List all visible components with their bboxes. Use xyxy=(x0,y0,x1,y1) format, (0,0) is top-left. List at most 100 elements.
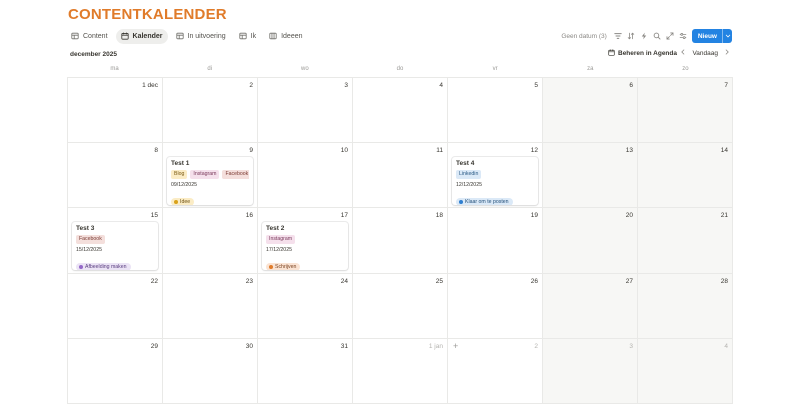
day-cell[interactable]: 12 Test 4 Linkedin 12/12/2025 Klaar om te po… xyxy=(448,143,543,209)
tab-content[interactable]: Content xyxy=(66,29,113,44)
view-tabs: Content Kalender In uitvoering Ik Ideeen xyxy=(66,28,308,44)
day-cell[interactable]: 17 Test 2 Instagram 17/12/2025 Schrijven xyxy=(258,208,353,274)
event-date: 15/12/2025 xyxy=(76,247,102,254)
day-number: 24 xyxy=(340,277,348,285)
day-number: 4 xyxy=(439,82,443,89)
day-cell[interactable]: 5 xyxy=(448,78,543,144)
status-label: Afbeelding maken xyxy=(85,264,127,271)
manage-in-agenda-button[interactable]: Beheren in Agenda xyxy=(608,49,677,58)
platform-tag: Instagram xyxy=(266,235,296,245)
day-cell[interactable]: 4 xyxy=(353,78,448,144)
day-cell[interactable]: 4 xyxy=(638,338,733,404)
day-number: 1 dec xyxy=(142,82,158,89)
day-cell[interactable]: 21 xyxy=(638,208,733,274)
day-cell[interactable]: 16 xyxy=(163,208,258,274)
day-cell[interactable]: 1 dec xyxy=(68,78,163,144)
day-cell[interactable]: 9 Test 1 Blog Instagram Facebook 09/12/2025 Id… xyxy=(163,143,258,209)
event-date: 17/12/2025 xyxy=(266,247,292,254)
day-cell[interactable]: 30 xyxy=(163,338,258,404)
day-cell[interactable]: 26 xyxy=(448,273,543,339)
day-cell[interactable]: 31 xyxy=(258,338,353,404)
expand-icon[interactable] xyxy=(666,32,674,40)
day-number: 12 xyxy=(530,147,538,155)
status-dot-icon xyxy=(269,265,273,270)
day-cell[interactable]: 19 xyxy=(448,208,543,274)
tab-label: Kalender xyxy=(132,32,163,40)
day-cell[interactable]: 23 xyxy=(163,273,258,339)
day-cell[interactable]: 10 xyxy=(258,143,353,209)
calendar-icon xyxy=(608,49,615,58)
day-cell[interactable]: 15 Test 3 Facebook 15/12/2025 Afbeelding mak… xyxy=(68,208,163,274)
day-cell[interactable]: 3 xyxy=(258,78,353,144)
day-cell[interactable]: 20 xyxy=(543,208,638,274)
status-label: Schrijven xyxy=(275,264,297,271)
day-cell[interactable]: 28 xyxy=(638,273,733,339)
calendar-grid: 1 dec 2 3 4 5 6 7 8 9 Test 1 Blog Instagram Facebook… xyxy=(67,77,733,404)
tab-ideeen[interactable]: Ideeen xyxy=(264,29,307,44)
weekday-label: ma xyxy=(110,66,119,72)
day-number: 18 xyxy=(435,212,443,220)
day-cell[interactable]: 2 + xyxy=(448,338,543,404)
page-title: CONTENTKALENDER xyxy=(68,6,227,23)
event-card[interactable]: Test 3 Facebook 15/12/2025 Afbeelding maken xyxy=(72,222,158,271)
day-number: 26 xyxy=(530,277,538,285)
day-number: 20 xyxy=(625,212,633,220)
day-cell[interactable]: 3 xyxy=(543,338,638,404)
day-cell[interactable]: 22 xyxy=(68,273,163,339)
today-button[interactable]: Vandaag xyxy=(692,50,718,57)
weekday-header: ma di wo do vr za zo xyxy=(67,66,733,72)
tab-ik[interactable]: Ik xyxy=(234,29,261,44)
day-cell[interactable]: 27 xyxy=(543,273,638,339)
event-title: Test 4 xyxy=(456,160,475,168)
event-title: Test 3 xyxy=(76,225,95,233)
day-number: 3 xyxy=(344,82,348,89)
status-badge: Schrijven xyxy=(266,263,301,271)
status-label: Klaar om te posten xyxy=(465,199,509,206)
chevron-left-icon[interactable] xyxy=(680,49,686,57)
chevron-down-icon[interactable] xyxy=(722,29,732,43)
day-number: 29 xyxy=(150,342,158,350)
day-number: 30 xyxy=(245,342,253,350)
day-cell[interactable]: 11 xyxy=(353,143,448,209)
event-card[interactable]: Test 4 Linkedin 12/12/2025 Klaar om te post… xyxy=(452,157,538,206)
platform-tag: Blog xyxy=(171,170,188,180)
tab-label: Ik xyxy=(250,32,257,40)
lightning-icon[interactable] xyxy=(640,32,648,40)
day-number: 31 xyxy=(340,342,348,350)
day-number: 8 xyxy=(154,147,158,155)
day-cell[interactable]: 13 xyxy=(543,143,638,209)
day-cell[interactable]: 25 xyxy=(353,273,448,339)
status-badge: Idee xyxy=(171,198,195,206)
day-cell[interactable]: 18 xyxy=(353,208,448,274)
event-card[interactable]: Test 1 Blog Instagram Facebook 09/12/2025 Ide… xyxy=(167,157,253,206)
status-badge: Afbeelding maken xyxy=(76,263,131,271)
event-card[interactable]: Test 2 Instagram 17/12/2025 Schrijven xyxy=(262,222,348,271)
weekday-label: za xyxy=(587,66,594,72)
day-cell[interactable]: 14 xyxy=(638,143,733,209)
day-cell[interactable]: 6 xyxy=(543,78,638,144)
day-cell[interactable]: 8 xyxy=(68,143,163,209)
day-cell[interactable]: 24 xyxy=(258,273,353,339)
settings-icon[interactable] xyxy=(679,32,687,40)
chevron-right-icon[interactable] xyxy=(724,49,730,57)
day-cell[interactable]: 2 xyxy=(163,78,258,144)
new-button[interactable]: Nieuw xyxy=(691,29,732,43)
no-date-button[interactable]: Geen datum (3) xyxy=(561,33,607,40)
tab-in-uitvoering[interactable]: In uitvoering xyxy=(171,29,231,44)
tab-kalender[interactable]: Kalender xyxy=(115,28,168,44)
new-button-label: Nieuw xyxy=(697,32,717,40)
event-tags: Facebook xyxy=(76,235,154,245)
board-icon xyxy=(269,32,277,40)
filter-icon[interactable] xyxy=(614,32,622,40)
table-icon xyxy=(71,32,79,40)
platform-tag: Linkedin xyxy=(456,170,482,180)
event-date: 12/12/2025 xyxy=(456,182,482,189)
add-event-icon[interactable]: + xyxy=(453,341,458,351)
table-icon xyxy=(239,32,247,40)
day-cell[interactable]: 7 xyxy=(638,78,733,144)
search-icon[interactable] xyxy=(653,32,661,40)
day-cell[interactable]: 29 xyxy=(68,338,163,404)
day-number: 15 xyxy=(150,212,158,220)
sort-icon[interactable] xyxy=(627,32,635,40)
day-cell[interactable]: 1 jan xyxy=(353,338,448,404)
